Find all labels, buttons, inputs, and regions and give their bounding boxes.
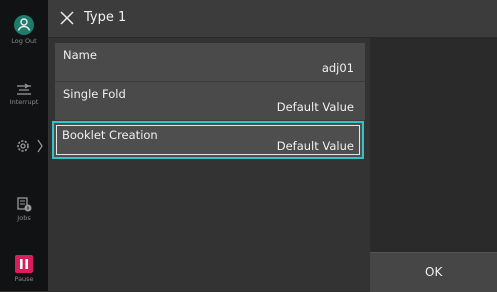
pause-icon — [15, 255, 33, 273]
page-title: Type 1 — [84, 10, 127, 25]
settings-gear-icon — [17, 139, 43, 153]
pause-button[interactable]: Pause — [0, 254, 48, 283]
item-value: Default Value — [276, 100, 354, 114]
sidebar: Log Out Interrupt Jobs Pause — [0, 0, 48, 291]
jobs-label: Jobs — [17, 214, 31, 222]
logout-label: Log Out — [11, 37, 37, 45]
ok-label: OK — [425, 265, 443, 279]
close-icon[interactable] — [60, 11, 74, 25]
settings-button[interactable] — [0, 137, 48, 155]
interrupt-label: Interrupt — [9, 98, 39, 106]
list-item-name[interactable]: Name adj01 — [55, 43, 365, 82]
jobs-icon — [17, 197, 32, 212]
item-label: Booklet Creation — [62, 128, 158, 142]
interrupt-icon — [17, 83, 31, 95]
settings-list: Name adj01 Single Fold Default Value — [48, 38, 370, 291]
item-value: adj01 — [321, 61, 354, 75]
list-item-single-fold[interactable]: Single Fold Default Value — [55, 82, 365, 121]
list-item-booklet-creation[interactable]: Booklet Creation Default Value — [52, 121, 364, 159]
jobs-button[interactable]: Jobs — [0, 195, 48, 222]
logout-button[interactable]: Log Out — [0, 14, 48, 45]
item-value: Default Value — [276, 139, 354, 153]
pause-label: Pause — [14, 275, 34, 283]
header-bar: Type 1 — [48, 0, 497, 38]
item-label: Single Fold — [63, 87, 126, 101]
interrupt-button[interactable]: Interrupt — [0, 83, 48, 106]
item-label: Name — [63, 48, 97, 62]
ok-button[interactable]: OK — [370, 252, 497, 292]
user-logout-icon — [14, 15, 34, 35]
